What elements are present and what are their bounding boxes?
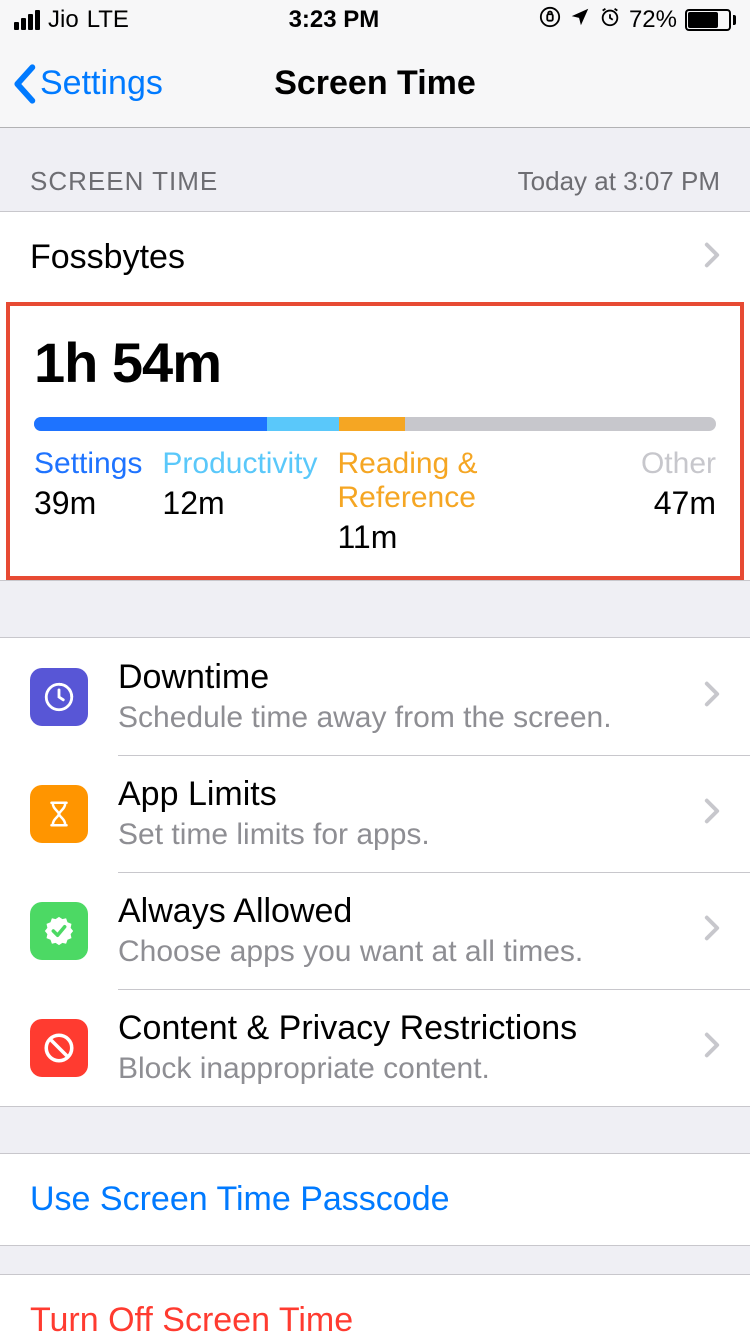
turn-off-button[interactable]: Turn Off Screen Time	[0, 1274, 750, 1334]
option-no-entry[interactable]: Content & Privacy Restrictions Block inap…	[0, 989, 750, 1106]
category-label: Reading & Reference	[337, 447, 621, 515]
category-item: Reading & Reference 11m	[337, 447, 621, 556]
bar-segment	[339, 417, 405, 431]
option-subtitle: Block inappropriate content.	[118, 1052, 704, 1086]
category-value: 11m	[337, 519, 621, 556]
status-left: Jio LTE	[14, 6, 129, 34]
battery-icon	[685, 9, 736, 31]
status-time: 3:23 PM	[289, 6, 380, 34]
option-title: Always Allowed	[118, 892, 704, 931]
option-text: App Limits Set time limits for apps.	[118, 775, 704, 852]
device-name: Fossbytes	[30, 238, 185, 277]
usage-cell-group: Fossbytes 1h 54m Settings 39m Productivity…	[0, 211, 750, 581]
category-label: Productivity	[162, 447, 317, 481]
bar-segment	[405, 417, 686, 431]
device-row[interactable]: Fossbytes	[0, 212, 750, 302]
section-header-left: SCREEN TIME	[30, 166, 218, 197]
chevron-left-icon	[12, 64, 36, 104]
category-item: Settings 39m	[34, 447, 142, 556]
downtime-icon	[30, 668, 88, 726]
use-passcode-button[interactable]: Use Screen Time Passcode	[0, 1153, 750, 1246]
category-row: Settings 39m Productivity 12m Reading & Refe…	[34, 447, 716, 556]
status-bar: Jio LTE 3:23 PM 72%	[0, 0, 750, 40]
nav-bar: Settings Screen Time	[0, 40, 750, 128]
category-value: 12m	[162, 485, 317, 522]
bar-segment	[267, 417, 339, 431]
location-icon	[569, 6, 591, 35]
alarm-icon	[599, 6, 621, 35]
hourglass-icon	[30, 785, 88, 843]
usage-summary-box: 1h 54m Settings 39m Productivity 12m Reading…	[6, 302, 744, 580]
option-title: Downtime	[118, 658, 704, 697]
signal-icon	[14, 10, 40, 30]
option-subtitle: Schedule time away from the screen.	[118, 701, 704, 735]
chevron-right-icon	[704, 238, 720, 277]
battery-pct: 72%	[629, 6, 677, 34]
option-text: Content & Privacy Restrictions Block inap…	[118, 1009, 704, 1086]
carrier-label: Jio	[48, 6, 79, 34]
status-right: 72%	[539, 6, 736, 35]
category-label: Settings	[34, 447, 142, 481]
category-value: 39m	[34, 485, 142, 522]
category-item: Other 47m	[641, 447, 716, 556]
chevron-right-icon	[704, 915, 720, 946]
option-check-badge[interactable]: Always Allowed Choose apps you want at al…	[0, 872, 750, 989]
orientation-lock-icon	[539, 6, 561, 35]
category-item: Productivity 12m	[162, 447, 317, 556]
use-passcode-label: Use Screen Time Passcode	[30, 1180, 450, 1218]
options-group: Downtime Schedule time away from the scre…	[0, 637, 750, 1107]
bar-segment	[34, 417, 267, 431]
option-title: App Limits	[118, 775, 704, 814]
section-header-right: Today at 3:07 PM	[518, 166, 720, 197]
network-label: LTE	[87, 6, 129, 34]
option-subtitle: Set time limits for apps.	[118, 818, 704, 852]
option-text: Always Allowed Choose apps you want at al…	[118, 892, 704, 969]
chevron-right-icon	[704, 798, 720, 829]
total-time: 1h 54m	[34, 330, 716, 395]
usage-bar-chart	[34, 417, 716, 431]
category-value: 47m	[641, 485, 716, 522]
no-entry-icon	[30, 1019, 88, 1077]
chevron-right-icon	[704, 1032, 720, 1063]
chevron-right-icon	[704, 681, 720, 712]
back-button[interactable]: Settings	[0, 64, 163, 104]
option-text: Downtime Schedule time away from the scre…	[118, 658, 704, 735]
check-badge-icon	[30, 902, 88, 960]
option-subtitle: Choose apps you want at all times.	[118, 935, 704, 969]
category-label: Other	[641, 447, 716, 481]
option-title: Content & Privacy Restrictions	[118, 1009, 704, 1048]
section-header-screen-time: SCREEN TIME Today at 3:07 PM	[0, 128, 750, 211]
back-label: Settings	[40, 64, 163, 103]
option-downtime[interactable]: Downtime Schedule time away from the scre…	[0, 638, 750, 755]
option-hourglass[interactable]: App Limits Set time limits for apps.	[0, 755, 750, 872]
turn-off-label: Turn Off Screen Time	[30, 1301, 353, 1334]
